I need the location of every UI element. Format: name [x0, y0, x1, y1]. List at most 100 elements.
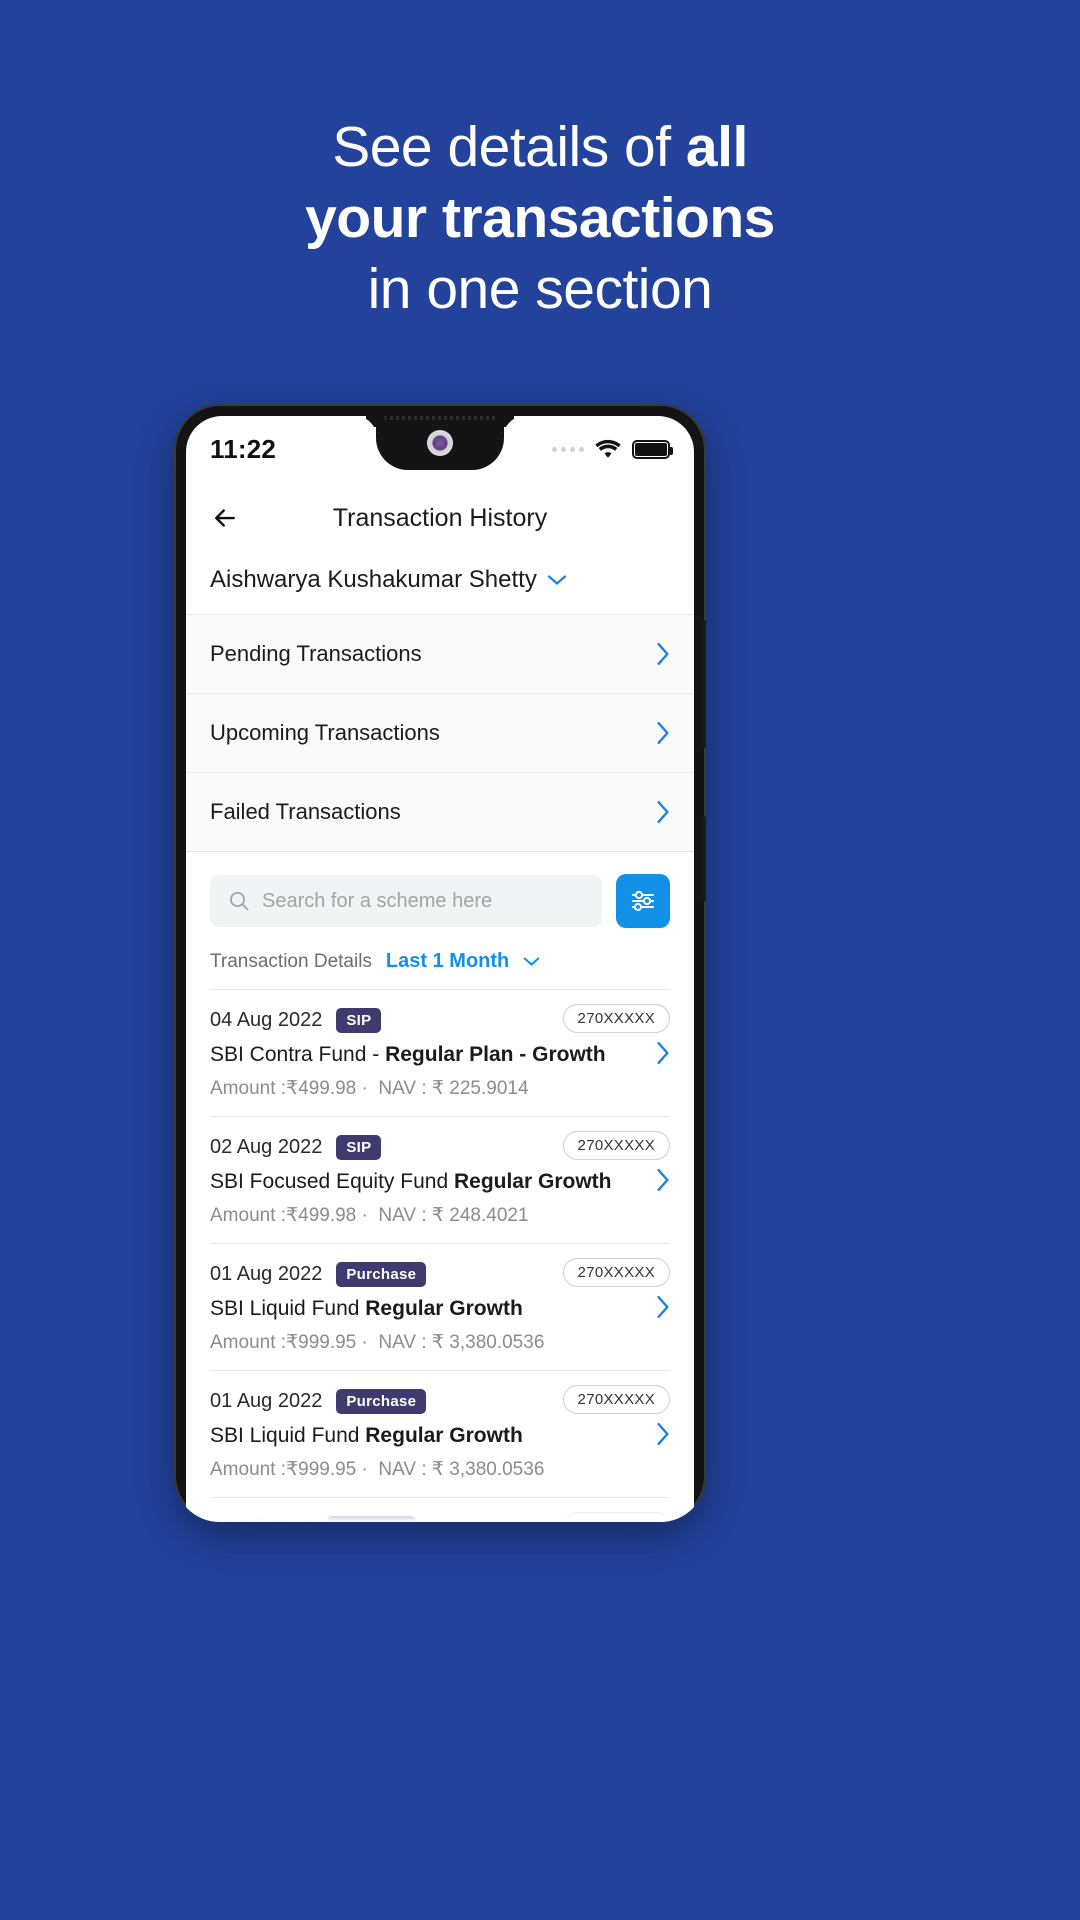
- scheme-name-plain: SBI Liquid Fund: [210, 1297, 366, 1320]
- sidebar-item-upcoming-transactions[interactable]: Upcoming Transactions: [186, 694, 694, 773]
- search-placeholder: Search for a scheme here: [262, 889, 493, 912]
- folio-badge: 270XXXXX: [562, 1258, 670, 1287]
- promo-line-1-bold: all: [685, 115, 748, 179]
- table-row[interactable]: 01 Aug 2022 Purchase 270XXXXX SBI Liquid…: [210, 1371, 670, 1498]
- separator-dot: ·: [361, 1205, 368, 1226]
- transaction-date: 04 Aug 2022: [210, 1009, 323, 1031]
- transaction-date: 01 Aug 2022: [210, 1390, 323, 1412]
- category-label: Upcoming Transactions: [210, 720, 440, 745]
- scheme-name-plain: SBI Contra Fund -: [210, 1043, 386, 1066]
- chevron-down-icon: [547, 575, 566, 585]
- status-clock: 11:22: [210, 433, 277, 464]
- transaction-date: 01 Aug 2022: [210, 1263, 323, 1285]
- amount-label: Amount :: [210, 1459, 287, 1480]
- earpiece-speaker: [384, 416, 496, 420]
- category-label: Pending Transactions: [210, 641, 422, 666]
- nav-value: ₹ 248.4021: [431, 1205, 529, 1226]
- chevron-right-icon[interactable]: [656, 1041, 670, 1065]
- nav-label: NAV :: [378, 1459, 427, 1480]
- table-row[interactable]: 02 Aug 2022 SIP 270XXXXX SBI Focused Equ…: [210, 1117, 670, 1244]
- signal-dots-icon: [552, 446, 584, 452]
- status-badge: Purchase: [336, 1389, 427, 1414]
- front-camera-icon: [427, 430, 453, 456]
- filter-button[interactable]: [616, 874, 670, 928]
- search-input[interactable]: Search for a scheme here: [210, 875, 602, 927]
- table-row[interactable]: 01 Aug 2022 Purchase 270XXXXX SBI Liquid…: [210, 1244, 670, 1371]
- scheme-name: SBI Contra Fund - Regular Plan - Growth: [210, 1043, 670, 1067]
- scheme-name-bold: Regular Plan - Growth: [385, 1043, 606, 1066]
- chevron-right-icon[interactable]: [656, 1295, 670, 1319]
- folio-badge: 270XXXXX: [562, 1512, 670, 1522]
- transaction-amounts: Amount :₹999.95 · NAV : ₹ 3,380.0536: [210, 1458, 670, 1481]
- scheme-name: SBI Liquid Fund Regular Growth: [210, 1297, 670, 1321]
- battery-full-icon: [632, 439, 673, 459]
- sidebar-item-failed-transactions[interactable]: Failed Transactions: [186, 773, 694, 852]
- transaction-amounts: Amount :₹499.98 · NAV : ₹ 225.9014: [210, 1077, 670, 1100]
- promo-line-2: your transactions: [305, 186, 775, 250]
- sidebar-item-pending-transactions[interactable]: Pending Transactions: [186, 615, 694, 694]
- folio-badge: 270XXXXX: [562, 1004, 670, 1033]
- scheme-name-bold: Regular Growth: [453, 1170, 612, 1193]
- camera-notch: [376, 416, 504, 470]
- separator-dot: ·: [361, 1078, 368, 1099]
- amount-label: Amount :: [210, 1332, 287, 1353]
- transaction-details-label: Transaction Details: [210, 950, 372, 972]
- phone-volume-button: [703, 620, 706, 748]
- category-label: Failed Transactions: [210, 799, 401, 824]
- transaction-amounts: Amount :₹999.95 · NAV : ₹ 3,380.0536: [210, 1331, 670, 1354]
- phone-mockup: 11:22 Transaction History Aishwarya Kush…: [174, 404, 706, 1522]
- phone-screen: 11:22 Transaction History Aishwarya Kush…: [186, 416, 694, 1522]
- transaction-amounts: Amount :₹499.98 · NAV : ₹ 248.4021: [210, 1204, 670, 1227]
- scheme-name-plain: SBI Liquid Fund: [210, 1424, 366, 1447]
- status-icons: [552, 438, 673, 460]
- period-filter-label[interactable]: Last 1 Month: [386, 950, 509, 973]
- separator-dot: ·: [361, 1332, 368, 1353]
- status-badge: Switch In: [327, 1516, 416, 1522]
- transaction-date: 29 Jul 2022: [210, 1517, 313, 1522]
- nav-value: ₹ 3,380.0536: [431, 1459, 545, 1480]
- scheme-name-plain: SBI Focused Equity Fund: [210, 1170, 454, 1193]
- account-selector[interactable]: Aishwarya Kushakumar Shetty: [186, 554, 694, 614]
- nav-label: NAV :: [378, 1078, 427, 1099]
- chevron-right-icon: [657, 800, 669, 824]
- promo-line-1: See details of all: [0, 112, 1080, 183]
- status-badge: SIP: [336, 1008, 382, 1033]
- chevron-right-icon[interactable]: [656, 1168, 670, 1192]
- chevron-right-icon[interactable]: [656, 1422, 670, 1446]
- app-screen: Transaction History Aishwarya Kushakumar…: [186, 482, 694, 1522]
- amount-value: ₹999.95: [286, 1332, 357, 1353]
- chevron-down-icon[interactable]: [523, 956, 540, 967]
- table-row[interactable]: 29 Jul 2022 Switch In 270XXXXX: [210, 1498, 670, 1522]
- wifi-icon: [595, 439, 621, 458]
- nav-value: ₹ 225.9014: [431, 1078, 529, 1099]
- promo-screenshot: See details of all your transactions in …: [0, 0, 1080, 1920]
- scheme-name-bold: Regular Growth: [365, 1297, 523, 1320]
- amount-label: Amount :: [210, 1205, 287, 1226]
- app-bar: Transaction History: [186, 482, 694, 554]
- scheme-name: SBI Focused Equity Fund Regular Growth: [210, 1170, 670, 1194]
- back-arrow-icon[interactable]: [210, 503, 240, 533]
- nav-label: NAV :: [378, 1205, 427, 1226]
- nav-value: ₹ 3,380.0536: [431, 1332, 545, 1353]
- promo-line-1-plain: See details of: [332, 115, 686, 179]
- transaction-category-list: Pending Transactions Upcoming Transactio…: [186, 614, 694, 852]
- status-badge: SIP: [336, 1135, 382, 1160]
- promo-headline: See details of all your transactions in …: [0, 112, 1080, 325]
- chevron-right-icon: [657, 642, 669, 666]
- search-section: Search for a scheme here: [186, 852, 694, 946]
- folio-badge: 270XXXXX: [562, 1385, 670, 1414]
- promo-line-3: in one section: [367, 257, 713, 321]
- account-name: Aishwarya Kushakumar Shetty: [210, 566, 537, 593]
- nav-label: NAV :: [378, 1332, 427, 1353]
- table-row[interactable]: 04 Aug 2022 SIP 270XXXXX SBI Contra Fund…: [210, 990, 670, 1117]
- transaction-list: 04 Aug 2022 SIP 270XXXXX SBI Contra Fund…: [210, 989, 670, 1522]
- filter-sliders-icon: [632, 890, 654, 912]
- folio-badge: 270XXXXX: [562, 1131, 670, 1160]
- scheme-name: SBI Liquid Fund Regular Growth: [210, 1424, 670, 1448]
- amount-value: ₹499.98: [286, 1078, 357, 1099]
- chevron-right-icon: [657, 721, 669, 745]
- separator-dot: ·: [361, 1459, 368, 1480]
- search-icon: [230, 892, 249, 911]
- amount-label: Amount :: [210, 1078, 287, 1099]
- scheme-name-bold: Regular Growth: [365, 1424, 523, 1447]
